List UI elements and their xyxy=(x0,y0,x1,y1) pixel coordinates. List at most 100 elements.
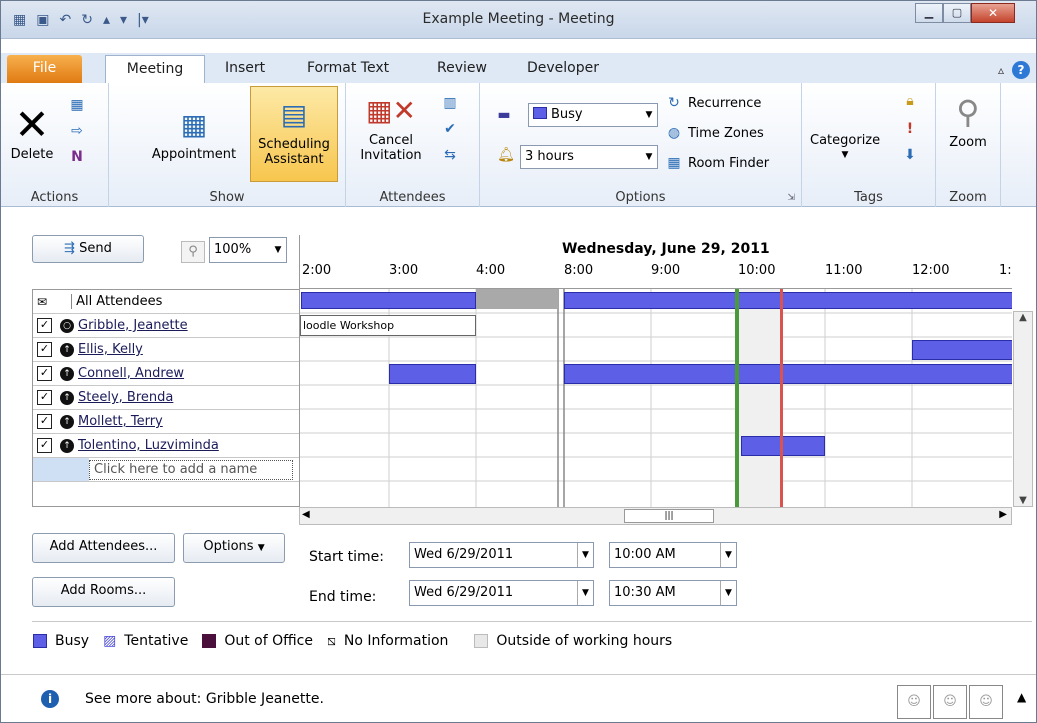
attendee-row[interactable]: ✓ ↑ Ellis, Kelly xyxy=(33,338,299,362)
tab-review[interactable]: Review xyxy=(437,55,487,83)
time-zones-button[interactable]: ◍ Time Zones xyxy=(664,123,764,143)
required-attendee-icon[interactable]: ↑ xyxy=(60,414,74,429)
scheduling-assistant-button[interactable]: ▤ Scheduling Assistant xyxy=(250,86,338,182)
expand-people-pane-icon[interactable]: ▲ xyxy=(1017,690,1026,704)
scroll-left-icon[interactable]: ◀ xyxy=(302,509,310,520)
hour-label: 9:00 xyxy=(651,263,681,278)
title-bar: ▦ ▣ ↶ ↻ ▴ ▾ |▾ Example Meeting - Meeting… xyxy=(1,1,1036,39)
attendee-row[interactable]: ✓ ↑ Connell, Andrew xyxy=(33,362,299,386)
busy-color-swatch xyxy=(533,107,547,119)
start-time-select[interactable]: 10:00 AM ▼ xyxy=(609,542,737,568)
tab-file[interactable]: File xyxy=(7,55,82,83)
meeting-window: ▦ ▣ ↶ ↻ ▴ ▾ |▾ Example Meeting - Meeting… xyxy=(0,0,1037,723)
hour-label: 11:00 xyxy=(825,263,863,278)
hour-label: 8:00 xyxy=(564,263,594,278)
avatar[interactable]: ☺ xyxy=(969,685,1003,719)
people-pane: i See more about: Gribble Jeanette. ☺ ☺ … xyxy=(1,674,1036,722)
delete-button[interactable]: ✕ Delete xyxy=(7,99,57,162)
reminder-bell-icon: 🔔︎ xyxy=(497,147,515,163)
appointment-button[interactable]: ▦ Appointment xyxy=(139,105,249,162)
scroll-up-icon[interactable]: ▲ xyxy=(1014,312,1032,323)
event-block: loodle Workshop xyxy=(300,315,476,336)
minimize-button[interactable]: ▁ xyxy=(915,3,943,23)
attendee-row[interactable]: ✓ ↑ Steely, Brenda xyxy=(33,386,299,410)
required-attendee-icon[interactable]: ↑ xyxy=(60,342,74,357)
scroll-down-icon[interactable]: ▼ xyxy=(1014,495,1032,506)
add-name-row[interactable]: Click here to add a name xyxy=(33,458,299,482)
close-button[interactable]: ✕ xyxy=(971,3,1015,23)
show-as-select[interactable]: Busy ▼ xyxy=(528,103,658,127)
attendee-checkbox[interactable]: ✓ xyxy=(37,438,52,453)
legend: Busy ▨ Tentative Out of Office ⧅ No Inform… xyxy=(33,633,672,649)
vertical-scrollbar[interactable]: ▲ ▼ xyxy=(1013,311,1033,507)
envelope-icon: ✉ xyxy=(37,294,48,309)
appointment-icon: ▦ xyxy=(180,107,208,141)
reminder-select[interactable]: 3 hours ▼ xyxy=(520,145,658,169)
cancel-invitation-button[interactable]: ▦✕ Cancel Invitation xyxy=(354,91,428,163)
low-importance-icon[interactable]: ⬇ xyxy=(900,145,920,165)
delete-x-icon: ✕ xyxy=(14,99,50,149)
end-time-label: End time: xyxy=(309,589,377,605)
attendee-checkbox[interactable]: ✓ xyxy=(37,414,52,429)
tab-format-text[interactable]: Format Text xyxy=(307,55,389,83)
maximize-button[interactable]: ▢ xyxy=(943,3,971,23)
check-names-icon[interactable]: ✔ xyxy=(440,119,460,139)
end-date-select[interactable]: Wed 6/29/2011 ▼ xyxy=(409,580,594,606)
categorize-button[interactable]: Categorize ▼ xyxy=(810,89,880,163)
address-book-icon[interactable]: ▥ xyxy=(440,93,460,113)
avatar[interactable]: ☺ xyxy=(897,685,931,719)
options-button[interactable]: Options ▼ xyxy=(183,533,285,563)
scroll-thumb[interactable]: ||| xyxy=(624,509,714,523)
attendee-checkbox[interactable]: ✓ xyxy=(37,318,52,333)
required-attendee-icon[interactable]: ○ xyxy=(60,318,74,333)
meeting-start-line[interactable] xyxy=(735,289,739,507)
add-attendees-button[interactable]: Add Attendees... xyxy=(32,533,175,563)
required-attendee-icon[interactable]: ↑ xyxy=(60,438,74,453)
group-show: ▦ Appointment ▤ Scheduling Assistant Sho… xyxy=(109,83,346,207)
dialog-launcher-icon[interactable]: ⇲ xyxy=(787,193,795,203)
end-time-select[interactable]: 10:30 AM ▼ xyxy=(609,580,737,606)
help-icon[interactable]: ? xyxy=(1012,61,1030,79)
attendee-row[interactable]: ✓ ○ Gribble, Jeanette xyxy=(33,314,299,338)
divider xyxy=(32,621,1032,622)
attendee-checkbox[interactable]: ✓ xyxy=(37,342,52,357)
zoom-search-icon[interactable]: ⚲ xyxy=(181,241,205,263)
free-busy-grid[interactable]: Wednesday, June 29, 2011 2:00 3:00 4:00 … xyxy=(299,235,1012,507)
tab-developer[interactable]: Developer xyxy=(527,55,599,83)
avatar[interactable]: ☺ xyxy=(933,685,967,719)
tab-meeting[interactable]: Meeting xyxy=(105,55,205,83)
required-attendee-icon[interactable]: ↑ xyxy=(60,390,74,405)
add-rooms-button[interactable]: Add Rooms... xyxy=(32,577,175,607)
horizontal-scrollbar[interactable]: ◀ ||| ▶ xyxy=(299,507,1012,525)
ribbon: ✕ Delete ▦ ⇨ N Actions ▦ Appointment ▤ S… xyxy=(1,83,1036,207)
zoom-level-select[interactable]: 100% ▼ xyxy=(209,237,287,263)
busy-block xyxy=(741,436,825,456)
attendee-row[interactable]: ✓ ↑ Tolentino, Luzviminda xyxy=(33,434,299,458)
add-name-input[interactable]: Click here to add a name xyxy=(89,459,293,480)
busy-swatch xyxy=(33,634,47,648)
recurrence-button[interactable]: ↻ Recurrence xyxy=(664,93,761,113)
chevron-down-icon: ▼ xyxy=(645,152,653,162)
tab-insert[interactable]: Insert xyxy=(225,55,265,83)
calendar-icon[interactable]: ▦ xyxy=(67,95,87,115)
meeting-end-line[interactable] xyxy=(780,289,783,507)
onenote-icon[interactable]: N xyxy=(67,147,87,167)
response-options-icon[interactable]: ⇆ xyxy=(440,145,460,165)
group-attendees: ▦✕ Cancel Invitation ▥ ✔ ⇆ Attendees xyxy=(346,83,480,207)
room-finder-button[interactable]: ▦ Room Finder xyxy=(664,153,769,173)
attendee-row[interactable]: ✓ ↑ Mollett, Terry xyxy=(33,410,299,434)
ribbon-tabs: File Meeting Insert Format Text Review D… xyxy=(1,53,1036,83)
required-attendee-icon[interactable]: ↑ xyxy=(60,366,74,381)
scroll-right-icon[interactable]: ▶ xyxy=(999,509,1007,520)
collapse-ribbon-icon[interactable]: ▵ xyxy=(998,63,1004,77)
send-button[interactable]: ⇶ Send xyxy=(32,235,144,263)
forward-icon[interactable]: ⇨ xyxy=(67,121,87,141)
high-importance-icon[interactable]: ! xyxy=(900,119,920,139)
start-date-select[interactable]: Wed 6/29/2011 ▼ xyxy=(409,542,594,568)
zoom-button[interactable]: ⚲ Zoom xyxy=(940,93,996,151)
attendee-checkbox[interactable]: ✓ xyxy=(37,390,52,405)
chevron-down-icon: ▼ xyxy=(274,245,282,255)
private-lock-icon[interactable]: 🔒︎ xyxy=(900,91,920,111)
attendee-checkbox[interactable]: ✓ xyxy=(37,366,52,381)
hour-label: 3:00 xyxy=(389,263,419,278)
